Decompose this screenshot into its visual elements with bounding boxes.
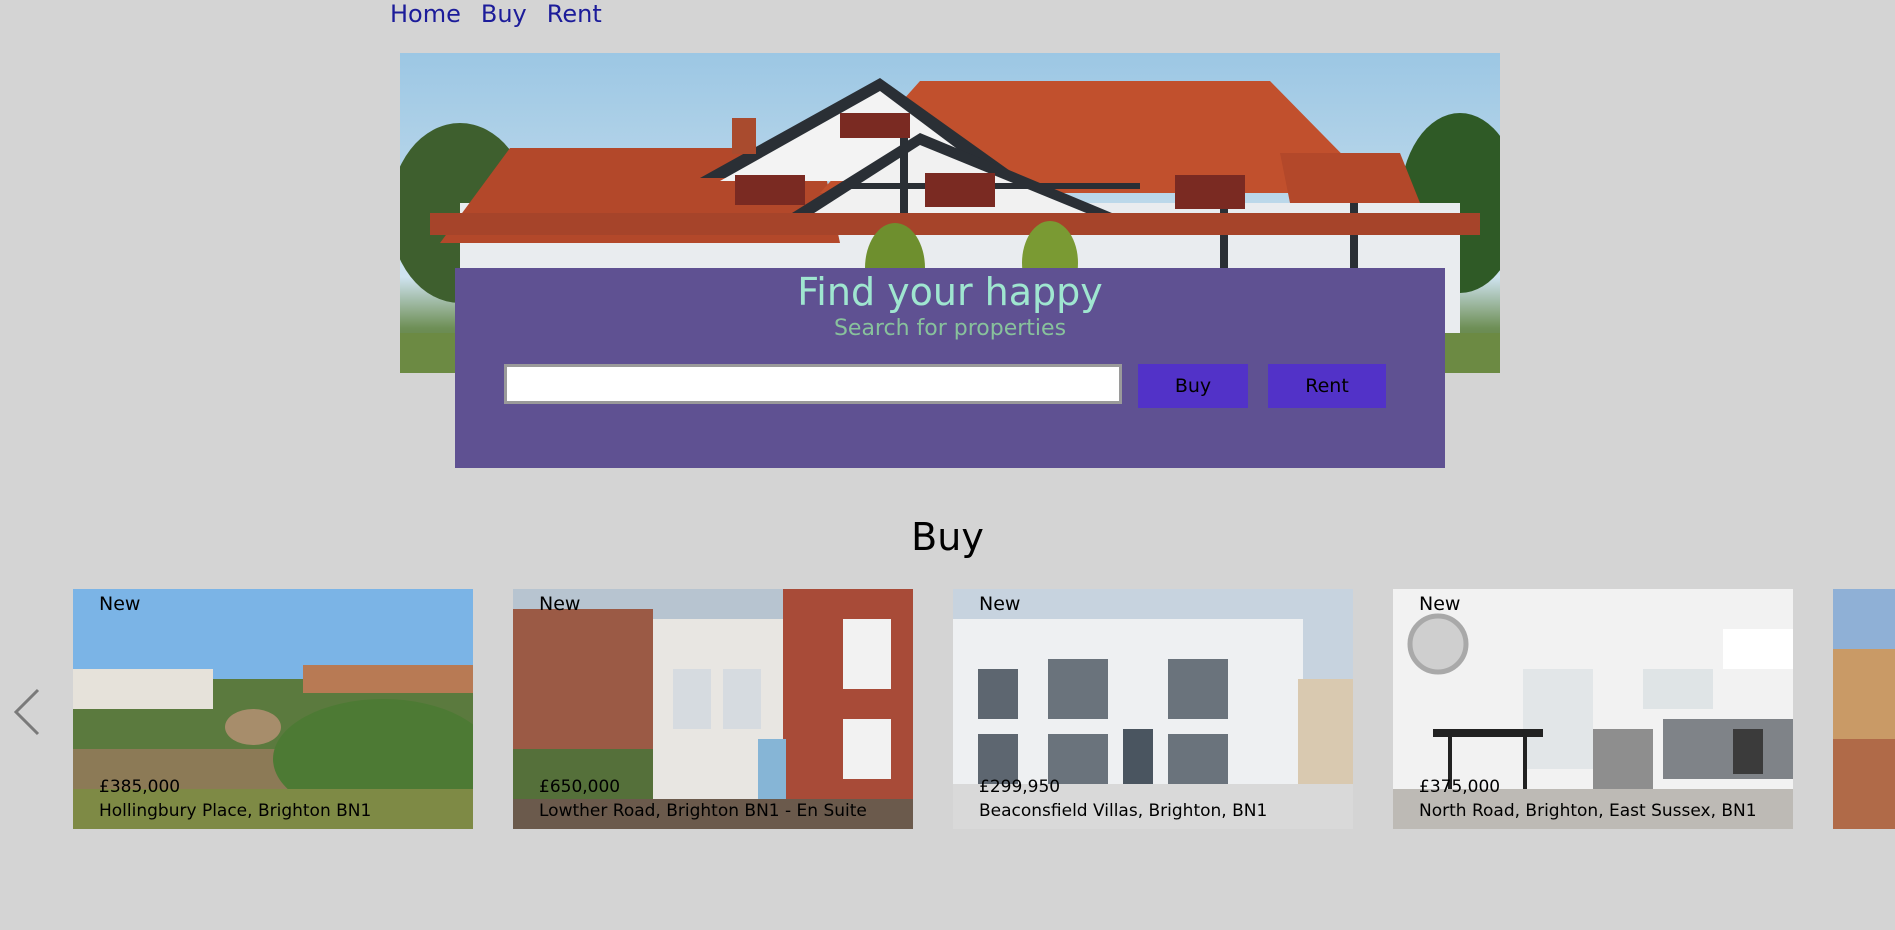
new-badge: New: [979, 593, 1021, 615]
section-title: Buy: [911, 515, 984, 559]
new-badge: New: [1419, 593, 1461, 615]
listing-price: £650,000: [539, 777, 621, 797]
listing-address: North Road, Brighton, East Sussex, BN1: [1419, 801, 1757, 821]
listing-price: £299,950: [979, 777, 1061, 797]
nav-link-home[interactable]: Home: [390, 0, 461, 28]
listing-card[interactable]: New £385,000 Hollingbury Place, Brighton…: [73, 589, 473, 829]
buy-button[interactable]: Buy: [1138, 364, 1248, 408]
top-nav: Home Buy Rent: [390, 0, 602, 28]
listing-card[interactable]: New £299,950 Beaconsfield Villas, Bright…: [953, 589, 1353, 829]
listing-card[interactable]: New £650,000 Lowther Road, Brighton BN1 …: [513, 589, 913, 829]
listing-address: Hollingbury Place, Brighton BN1: [99, 801, 372, 821]
listing-price: £375,000: [1419, 777, 1501, 797]
listing-card[interactable]: New £375,000 North Road, Brighton, East …: [1393, 589, 1793, 829]
nav-link-rent[interactable]: Rent: [547, 0, 602, 28]
listing-price: £385,000: [99, 777, 181, 797]
rent-button[interactable]: Rent: [1268, 364, 1386, 408]
listing-card-partial[interactable]: [1833, 589, 1895, 829]
new-badge: New: [99, 593, 141, 615]
listing-address: Beaconsfield Villas, Brighton, BN1: [979, 801, 1268, 821]
listings-carousel: New £385,000 Hollingbury Place, Brighton…: [0, 589, 1895, 829]
property-photo: [1833, 589, 1895, 829]
search-input[interactable]: [504, 364, 1122, 404]
search-panel: Find your happy Search for properties Bu…: [455, 268, 1445, 468]
search-title: Find your happy: [797, 270, 1103, 314]
new-badge: New: [539, 593, 581, 615]
listing-address: Lowther Road, Brighton BN1 - En Suite: [539, 801, 867, 821]
nav-link-buy[interactable]: Buy: [481, 0, 527, 28]
search-subtitle: Search for properties: [833, 316, 1067, 341]
